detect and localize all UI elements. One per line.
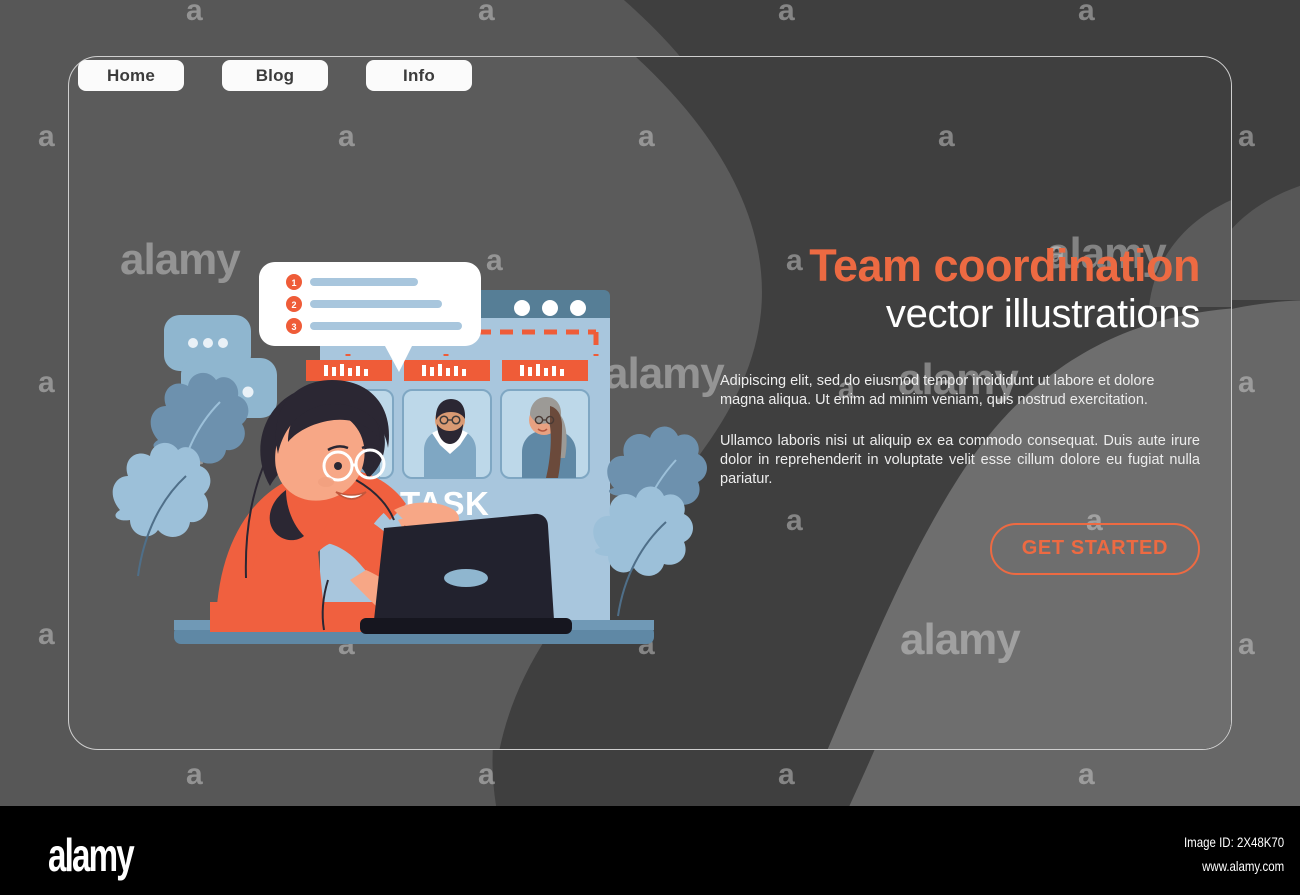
- svg-text:1: 1: [291, 278, 296, 288]
- screenshot-root: Home Blog Info TASK 1 2 3 Team coordinat…: [0, 0, 1300, 895]
- main-navigation: Home Blog Info: [78, 60, 472, 91]
- artboard: Home Blog Info TASK 1 2 3 Team coordinat…: [0, 0, 1300, 806]
- window-dot-3: [570, 300, 586, 316]
- leaf-cluster-left: [112, 372, 249, 577]
- laptop: [360, 513, 572, 634]
- hero-copy: Team coordination vector illustrations A…: [720, 240, 1201, 575]
- body-paragraph-2: Ullamco laboris nisi ut aliquip ex ea co…: [720, 433, 1200, 487]
- nav-item-home[interactable]: Home: [78, 60, 184, 91]
- member-card-2: [402, 360, 492, 479]
- svg-text:2: 2: [291, 300, 296, 310]
- get-started-button[interactable]: GET STARTED: [989, 523, 1200, 575]
- nav-item-blog[interactable]: Blog: [222, 60, 328, 91]
- body-paragraph-1: Adipiscing elit, sed do eiusmod tempor i…: [720, 373, 1155, 408]
- page-subtitle: vector illustrations: [885, 292, 1200, 336]
- cta-row: GET STARTED: [720, 523, 1200, 575]
- leaf-cluster-right: [593, 426, 707, 617]
- page-title: Team coordination: [809, 240, 1200, 291]
- nav-item-info[interactable]: Info: [366, 60, 472, 91]
- member-card-3: [500, 360, 590, 479]
- alamy-logo: alamy: [48, 829, 135, 881]
- trackpad: [444, 569, 488, 587]
- alamy-footer-bar: alamy Image ID: 2X48K70 www.alamy.com: [0, 806, 1300, 895]
- alamy-url-label: www.alamy.com: [1201, 858, 1284, 874]
- image-id-label: Image ID: 2X48K70: [1183, 834, 1284, 850]
- window-dot-1: [514, 300, 530, 316]
- window-dot-2: [542, 300, 558, 316]
- footer-meta: Image ID: 2X48K70 www.alamy.com: [1162, 830, 1284, 878]
- team-coordination-illustration: TASK 1 2 3: [98, 210, 718, 670]
- svg-text:3: 3: [291, 322, 296, 332]
